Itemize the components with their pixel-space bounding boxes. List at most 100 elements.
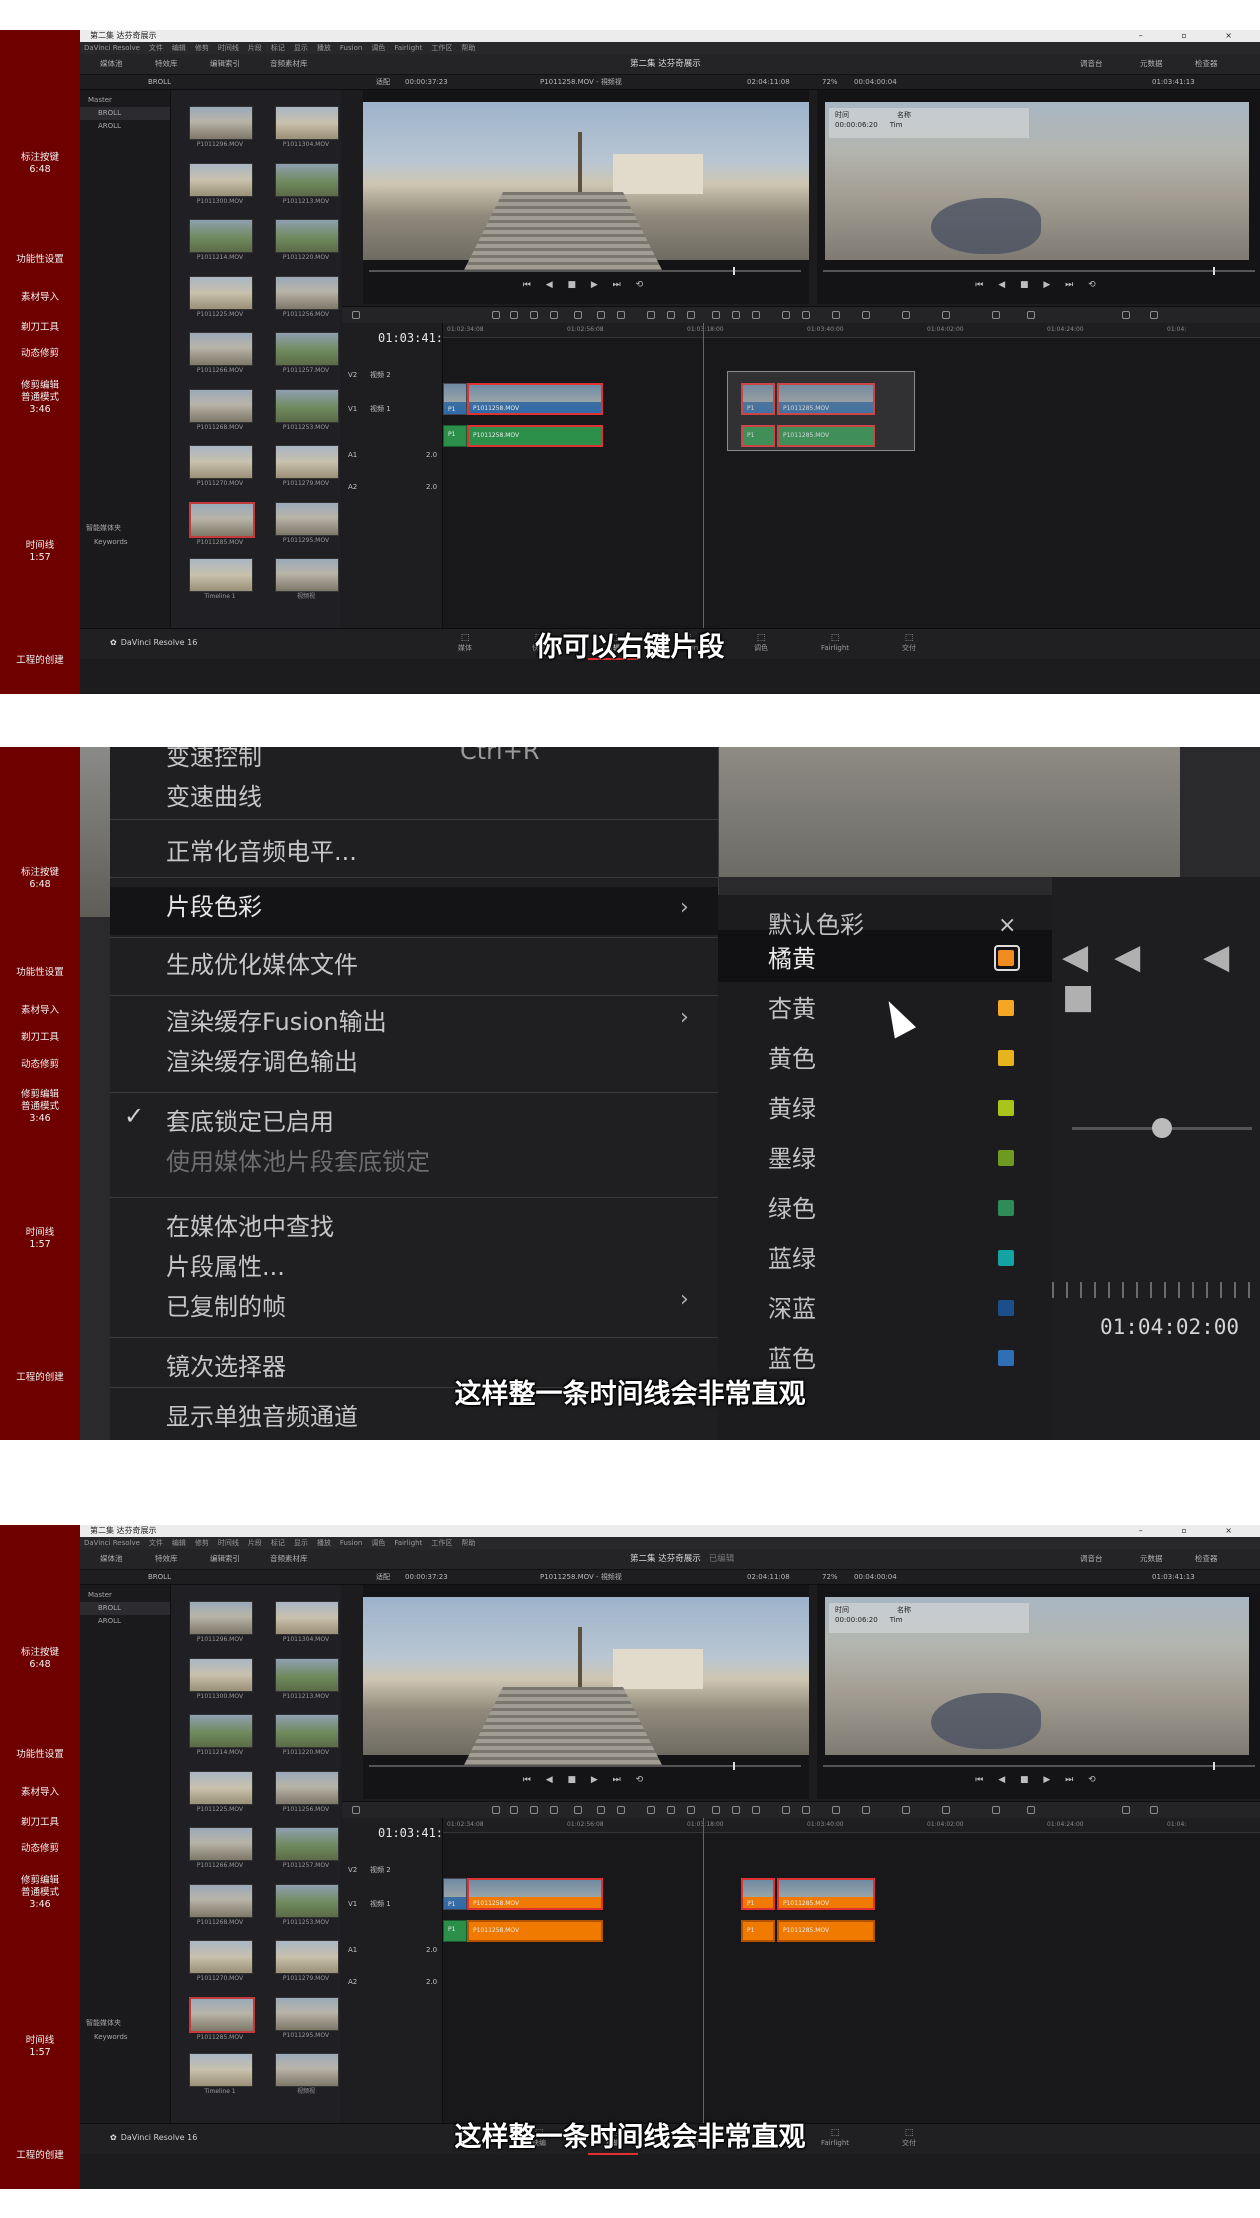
chapter-link[interactable]: 动态修剪 [0,1059,80,1071]
record-scrub-head[interactable] [1213,1762,1215,1770]
toolbar-button[interactable]: 媒体池 [100,1549,123,1569]
chapter-link[interactable]: 素材导入 [0,1787,80,1799]
media-clip[interactable]: P1011213.MOV [275,162,339,206]
menu-item[interactable]: 调色 [371,44,385,52]
edit-tool-icon[interactable] [1027,1806,1035,1814]
slider-knob[interactable] [1152,1118,1172,1138]
edit-tool-icon[interactable] [752,1806,760,1814]
chapter-link[interactable]: 修剪编辑 普通模式 3:46 [0,1875,80,1911]
clip-color-item[interactable]: 橘黄 [768,939,816,974]
media-clip[interactable]: P1011266.MOV [189,332,253,375]
edit-tool-icon[interactable] [510,1806,518,1814]
media-clip[interactable]: Timeline 1 [189,558,253,601]
window-controls[interactable]: – ▫ × [1139,1525,1250,1537]
edit-tool-icon[interactable] [574,1806,582,1814]
chapter-link[interactable]: 素材导入 [0,292,80,304]
chapter-link[interactable]: 标注按键 6:48 [0,152,80,176]
media-clip[interactable]: P1011225.MOV [189,1770,253,1814]
edit-tool-icon[interactable] [687,1806,695,1814]
chapter-link[interactable]: 标注按键 6:48 [0,867,80,891]
edit-tool-icon[interactable] [492,311,500,319]
context-menu-item[interactable]: 片段属性... [166,1247,285,1282]
edit-tool-icon[interactable] [1150,1806,1158,1814]
edit-tool-icon[interactable] [782,311,790,319]
media-clip[interactable]: P1011213.MOV [275,1657,339,1701]
media-clip[interactable]: P1011268.MOV [189,1883,253,1927]
menu-item[interactable]: Fusion [340,44,362,52]
edit-tool-icon[interactable] [647,311,655,319]
audio-clip[interactable]: P1011258.MOV [467,1920,603,1942]
edit-tool-icon[interactable] [550,1806,558,1814]
menu-item[interactable]: Fairlight [394,44,422,52]
audio-clip[interactable]: P1011285.MOV [777,1920,875,1942]
media-clip[interactable]: P1011285.MOV [189,1996,255,2042]
edit-tool-icon[interactable] [687,311,695,319]
media-clip[interactable]: P1011279.MOV [275,445,339,488]
edit-tool-icon[interactable] [667,1806,675,1814]
chapter-link[interactable]: 剃刀工具 [0,1032,80,1044]
source-scrub-head[interactable] [733,267,735,275]
menu-item[interactable]: 时间线 [218,1539,239,1547]
media-clip[interactable]: P1011304.MOV [275,1601,339,1644]
clip-color-item[interactable]: 黄绿 [768,1089,816,1124]
edit-tool-icon[interactable] [862,1806,870,1814]
edit-tool-icon[interactable] [574,311,582,319]
edit-tool-icon[interactable] [712,311,720,319]
audio-clip[interactable]: P1 [443,1920,467,1942]
window-controls[interactable]: – ▫ × [1139,30,1250,42]
edit-tool-icon[interactable] [752,311,760,319]
media-clip[interactable]: P1011253.MOV [275,388,339,432]
chapter-link[interactable]: 动态修剪 [0,348,80,360]
menu-item[interactable]: 片段 [248,1539,262,1547]
edit-tool-icon[interactable] [510,311,518,319]
media-clip[interactable]: P1011296.MOV [189,106,253,149]
edit-tool-icon[interactable] [617,1806,625,1814]
media-clip[interactable]: P1011270.MOV [189,1940,253,1983]
media-clip[interactable]: P1011257.MOV [275,1827,339,1870]
playhead[interactable] [703,323,704,628]
chapter-link[interactable]: 时间线 1:57 [0,540,80,564]
timeline-ruler[interactable]: 01:02:34:08 01:02:56:08 01:03:18:00 01:03:4… [443,323,1260,338]
video-clip[interactable]: P1011258.MOV [467,383,603,415]
media-clip[interactable]: P1011300.MOV [189,1657,253,1701]
menu-item[interactable]: 标记 [271,1539,285,1547]
context-menu-item[interactable]: 片段色彩 [166,887,262,922]
media-clip[interactable]: P1011214.MOV [189,1714,253,1757]
edit-tool-icon[interactable] [597,1806,605,1814]
close-icon[interactable]: × [998,913,1016,938]
edit-tool-icon[interactable] [802,311,810,319]
record-scrubber[interactable] [823,1762,1255,1770]
source-transport-controls[interactable]: ⏮ ◀ ■ ▶ ⏭ ⟲ [363,276,809,294]
record-scrub-head[interactable] [1213,267,1215,275]
edit-tool-icon[interactable] [530,1806,538,1814]
audio-clip[interactable]: P1011258.MOV [467,425,603,447]
media-clip[interactable]: P1011256.MOV [275,275,339,319]
source-transport-controls[interactable]: ⏮ ◀ ■ ▶ ⏭ ⟲ [363,1771,809,1789]
menu-item[interactable]: 帮助 [461,44,475,52]
edit-tool-icon[interactable] [617,311,625,319]
menu-item[interactable]: 显示 [294,44,308,52]
context-menu-item[interactable]: 渲染缓存调色输出 [166,1042,358,1077]
edit-tool-icon[interactable] [732,311,740,319]
bin-item[interactable]: BROLL [98,107,121,119]
menu-item[interactable]: 修剪 [195,44,209,52]
edit-tool-icon[interactable] [802,1806,810,1814]
media-clip[interactable]: P1011253.MOV [275,1883,339,1927]
menu-item[interactable]: 编辑 [172,1539,186,1547]
chapter-link[interactable]: 功能性设置 [0,1749,80,1761]
menu-item[interactable]: 显示 [294,1539,308,1547]
chapter-link[interactable]: 修剪编辑 普通模式 3:46 [0,380,80,416]
toolbar-button[interactable]: 音频素材库 [270,1549,308,1569]
media-clip[interactable]: P1011220.MOV [275,1714,339,1757]
menu-item[interactable]: 时间线 [218,44,239,52]
media-clip[interactable]: 视频视 [275,2053,339,2096]
edit-tool-icon[interactable] [902,311,910,319]
edit-tool-icon[interactable] [352,311,360,319]
edit-tool-icon[interactable] [732,1806,740,1814]
bin-item[interactable]: AROLL [98,120,121,132]
smart-bins[interactable]: 智能媒体夹 [86,522,121,534]
video-clip[interactable]: P1 [443,383,467,415]
menu-item[interactable]: 调色 [371,1539,385,1547]
timeline[interactable]: 01:02:34:08 01:02:56:08 01:03:18:00 01:03:4… [443,323,1260,628]
menu-item[interactable]: Fairlight [394,1539,422,1547]
